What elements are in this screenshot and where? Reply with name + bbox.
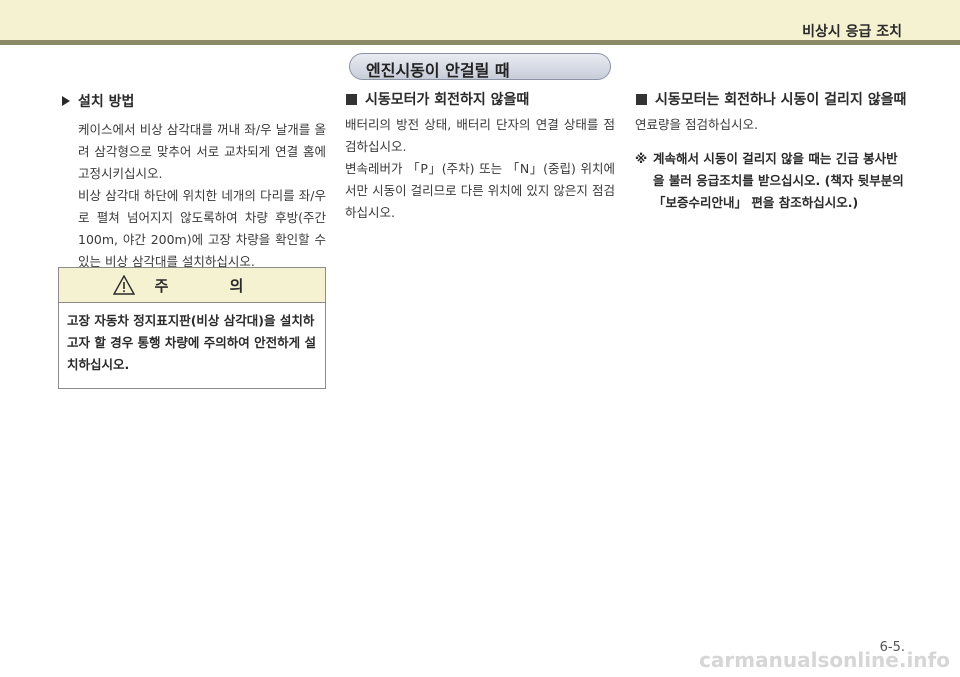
square-bullet-icon [346, 94, 357, 105]
square-bullet-icon [636, 94, 647, 105]
warning-icon [112, 275, 135, 295]
reference-mark: ※ [635, 151, 648, 166]
install-heading-text: 설치 방법 [78, 94, 135, 110]
section-title: 엔진시동이 안걸릴 때 [366, 61, 510, 80]
left-column: 설치 방법 케이스에서 비상 삼각대를 꺼내 좌/우 날개를 올려 삼각형으로 … [58, 90, 326, 273]
starter-not-cranking-heading: 시동모터가 회전하지 않을때 [345, 90, 615, 110]
gear-lever-paragraph: 변속레버가 「P」(주차) 또는 「N」(중립) 위치에서만 시동이 걸리므로 … [345, 161, 615, 220]
middle-column: 시동모터가 회전하지 않을때 배터리의 방전 상태, 배터리 단자의 연결 상태… [345, 90, 615, 224]
engine-not-starting-heading: 시동모터는 회전하나 시동이 걸리지 않을때 [635, 90, 907, 110]
service-note: ※ 계속해서 시동이 걸리지 않을 때는 긴급 봉사반을 불러 응급조치를 받으… [635, 148, 907, 214]
install-paragraph-1: 케이스에서 비상 삼각대를 꺼내 좌/우 날개를 올려 삼각형으로 맞추어 서로… [78, 122, 326, 181]
battery-check-paragraph: 배터리의 방전 상태, 배터리 단자의 연결 상태를 점검하십시오. [345, 117, 615, 154]
caution-title: 주 의 [154, 276, 272, 295]
section-title-banner: 엔진시동이 안걸릴 때 [349, 53, 611, 80]
right-column: 시동모터는 회전하나 시동이 걸리지 않을때 연료량을 점검하십시오. ※ 계속… [635, 90, 907, 214]
service-note-text: 계속해서 시동이 걸리지 않을 때는 긴급 봉사반을 불러 응급조치를 받으십시… [653, 151, 904, 210]
caution-header: 주 의 [59, 268, 325, 303]
engine-not-starting-heading-text: 시동모터는 회전하나 시동이 걸리지 않을때 [655, 92, 907, 108]
install-heading: 설치 방법 [58, 90, 326, 112]
install-paragraph-2: 비상 삼각대 하단에 위치한 네개의 다리를 좌/우로 펼쳐 넘어지지 않도록하… [78, 188, 326, 269]
starter-not-cranking-heading-text: 시동모터가 회전하지 않을때 [365, 92, 530, 108]
chapter-title: 비상시 응급 조치 [802, 24, 902, 40]
caution-box: 주 의 고장 자동차 정지표지판(비상 삼각대)을 설치하고자 할 경우 통행 … [58, 267, 326, 389]
triangle-arrow-icon [62, 96, 70, 106]
caution-text: 고장 자동차 정지표지판(비상 삼각대)을 설치하고자 할 경우 통행 차량에 … [67, 313, 316, 372]
watermark: carmanualsonline.info [699, 648, 950, 672]
fuel-check-paragraph: 연료량을 점검하십시오. [635, 117, 758, 132]
